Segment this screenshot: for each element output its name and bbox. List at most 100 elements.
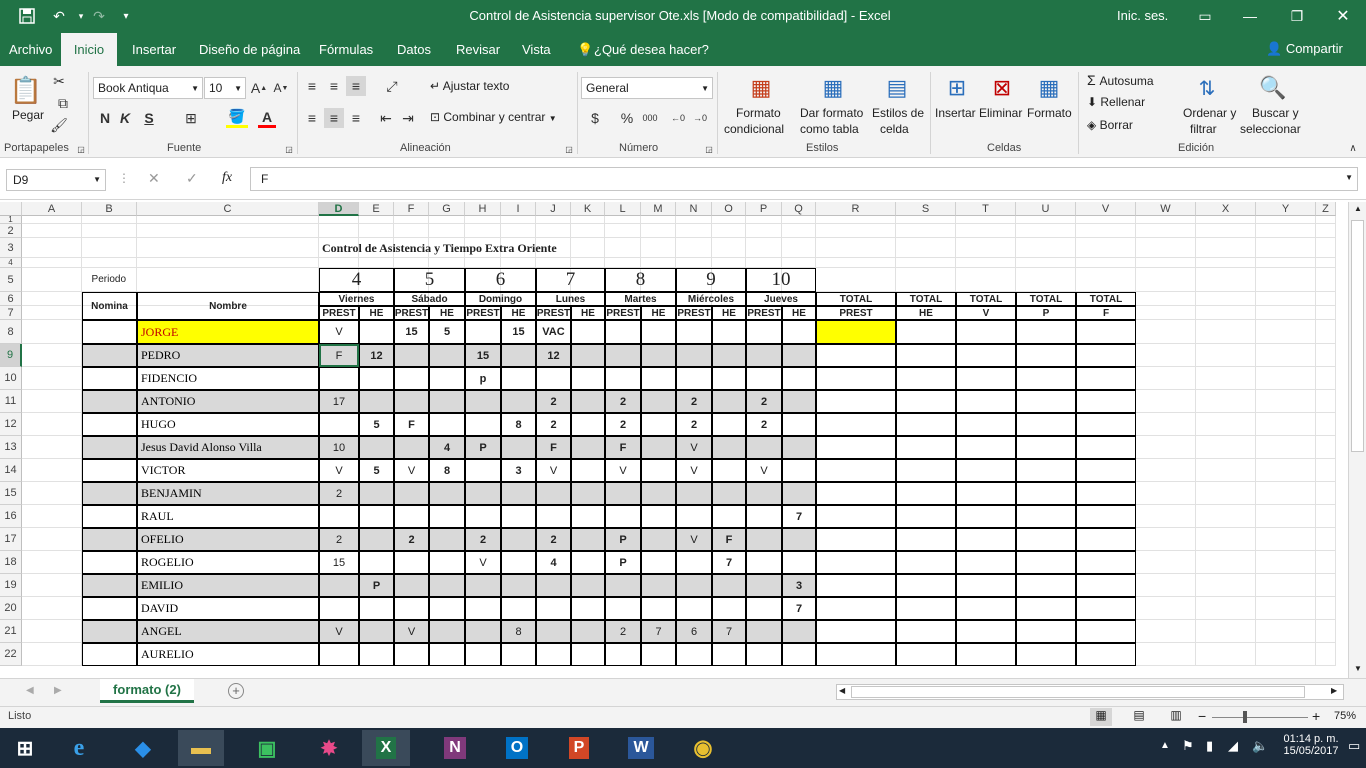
total-cell[interactable] bbox=[1076, 413, 1136, 436]
total-cell[interactable] bbox=[1016, 413, 1076, 436]
attendance-cell[interactable] bbox=[782, 459, 816, 482]
sheet-tab-formato-2[interactable]: formato (2) bbox=[100, 679, 194, 703]
collapse-ribbon-icon[interactable]: ∧ bbox=[1346, 142, 1360, 154]
attendance-cell[interactable] bbox=[676, 597, 712, 620]
attendance-cell[interactable] bbox=[319, 574, 359, 597]
attendance-cell[interactable] bbox=[641, 528, 676, 551]
attendance-cell[interactable]: 5 bbox=[359, 413, 394, 436]
attendance-cell[interactable] bbox=[676, 320, 712, 344]
attendance-cell[interactable] bbox=[359, 597, 394, 620]
prest-header[interactable]: PREST bbox=[319, 306, 359, 320]
fill-color-icon[interactable]: 🪣 bbox=[226, 108, 248, 128]
notifications-icon[interactable]: ▭ bbox=[1348, 738, 1360, 754]
date-header[interactable]: 10 bbox=[746, 268, 816, 292]
he-header[interactable]: HE bbox=[641, 306, 676, 320]
prest-header[interactable]: PREST bbox=[746, 306, 782, 320]
clear-button[interactable]: ◈ Borrar bbox=[1087, 118, 1133, 132]
row-header-5[interactable]: 5 bbox=[0, 268, 22, 292]
attendance-cell[interactable] bbox=[782, 551, 816, 574]
attendance-cell[interactable] bbox=[429, 574, 465, 597]
column-header-p[interactable]: P bbox=[746, 202, 782, 216]
align-right-icon[interactable]: ≡ bbox=[346, 108, 366, 128]
total-cell[interactable] bbox=[956, 620, 1016, 643]
attendance-cell[interactable]: F bbox=[605, 436, 641, 459]
attendance-cell[interactable] bbox=[465, 643, 501, 666]
total-cell[interactable] bbox=[1016, 367, 1076, 390]
attendance-cell[interactable] bbox=[501, 574, 536, 597]
attendance-cell[interactable]: 17 bbox=[319, 390, 359, 413]
attendance-cell[interactable]: 2 bbox=[746, 390, 782, 413]
attendance-cell[interactable] bbox=[641, 367, 676, 390]
copy-icon[interactable]: ⧉ bbox=[50, 94, 76, 112]
page-break-icon[interactable]: ▥ bbox=[1165, 708, 1187, 726]
nomina-cell[interactable] bbox=[82, 459, 137, 482]
column-header-j[interactable]: J bbox=[536, 202, 571, 216]
attendance-cell[interactable] bbox=[676, 551, 712, 574]
attendance-cell[interactable]: 2 bbox=[605, 620, 641, 643]
total-cell[interactable] bbox=[816, 574, 896, 597]
total-header[interactable]: TOTAL bbox=[896, 292, 956, 306]
attendance-cell[interactable]: F bbox=[319, 344, 359, 367]
number-format-select[interactable]: General ▼ bbox=[581, 77, 713, 99]
attendance-cell[interactable]: 2 bbox=[605, 413, 641, 436]
attendance-cell[interactable] bbox=[571, 643, 605, 666]
sort-filter-icon[interactable]: ⇅ bbox=[1190, 72, 1224, 104]
column-header-c[interactable]: C bbox=[137, 202, 319, 216]
attendance-cell[interactable] bbox=[712, 344, 746, 367]
attendance-cell[interactable]: 12 bbox=[359, 344, 394, 367]
row-header-19[interactable]: 19 bbox=[0, 574, 22, 597]
employee-name[interactable]: PEDRO bbox=[137, 344, 319, 367]
formula-input[interactable]: F ▼ bbox=[250, 167, 1358, 191]
dialog-launcher-icon[interactable]: ◲ bbox=[704, 144, 714, 154]
find-select-icon[interactable]: 🔍 bbox=[1256, 72, 1290, 104]
total-cell[interactable] bbox=[1016, 344, 1076, 367]
cancel-icon[interactable]: ✕ bbox=[148, 170, 160, 187]
conditional-format-label-1[interactable]: Formato bbox=[736, 106, 781, 120]
total-header[interactable]: TOTAL bbox=[1076, 292, 1136, 306]
row-header-1[interactable]: 1 bbox=[0, 216, 22, 224]
attendance-cell[interactable] bbox=[676, 344, 712, 367]
total-cell[interactable] bbox=[956, 320, 1016, 344]
shrink-font-icon[interactable]: A ▼ bbox=[272, 78, 290, 98]
row-header-9[interactable]: 9 bbox=[0, 344, 22, 367]
attendance-cell[interactable] bbox=[501, 390, 536, 413]
expand-formula-icon[interactable]: ▼ bbox=[1345, 173, 1353, 182]
attendance-cell[interactable] bbox=[712, 459, 746, 482]
sort-filter-label-2[interactable]: filtrar bbox=[1190, 122, 1217, 136]
attendance-cell[interactable]: V bbox=[319, 459, 359, 482]
nomina-cell[interactable] bbox=[82, 390, 137, 413]
tab-vista[interactable]: Vista bbox=[513, 33, 560, 66]
attendance-cell[interactable]: V bbox=[536, 459, 571, 482]
zoom-slider[interactable] bbox=[1212, 717, 1308, 718]
attendance-cell[interactable]: 15 bbox=[394, 320, 429, 344]
total-cell[interactable] bbox=[816, 413, 896, 436]
attendance-cell[interactable]: 2 bbox=[605, 390, 641, 413]
tab-formulas[interactable]: Fórmulas bbox=[310, 33, 382, 66]
attendance-cell[interactable] bbox=[571, 413, 605, 436]
column-header-k[interactable]: K bbox=[571, 202, 605, 216]
total-cell[interactable] bbox=[1016, 505, 1076, 528]
font-name-select[interactable]: Book Antiqua ▼ bbox=[93, 77, 203, 99]
attendance-cell[interactable] bbox=[782, 344, 816, 367]
add-sheet-icon[interactable]: + bbox=[228, 683, 244, 699]
row-header-14[interactable]: 14 bbox=[0, 459, 22, 482]
he-header[interactable]: HE bbox=[501, 306, 536, 320]
attendance-cell[interactable]: 2 bbox=[746, 413, 782, 436]
nomina-cell[interactable] bbox=[82, 367, 137, 390]
cell-styles-label-2[interactable]: celda bbox=[880, 122, 909, 136]
employee-name[interactable]: ROGELIO bbox=[137, 551, 319, 574]
he-header[interactable]: HE bbox=[571, 306, 605, 320]
windows-start-icon[interactable]: ⊞ bbox=[2, 730, 48, 766]
attendance-cell[interactable] bbox=[746, 597, 782, 620]
periodo-label[interactable]: Periodo bbox=[82, 268, 137, 292]
attendance-cell[interactable] bbox=[394, 597, 429, 620]
employee-name[interactable]: EMILIO bbox=[137, 574, 319, 597]
total-cell[interactable] bbox=[896, 344, 956, 367]
attendance-cell[interactable] bbox=[571, 436, 605, 459]
attendance-cell[interactable]: VAC bbox=[536, 320, 571, 344]
attendance-cell[interactable] bbox=[501, 528, 536, 551]
insert-function-button[interactable]: fx bbox=[222, 170, 232, 186]
attendance-cell[interactable] bbox=[782, 413, 816, 436]
percent-button[interactable]: % bbox=[618, 108, 636, 128]
total-sub-header[interactable]: P bbox=[1016, 306, 1076, 320]
